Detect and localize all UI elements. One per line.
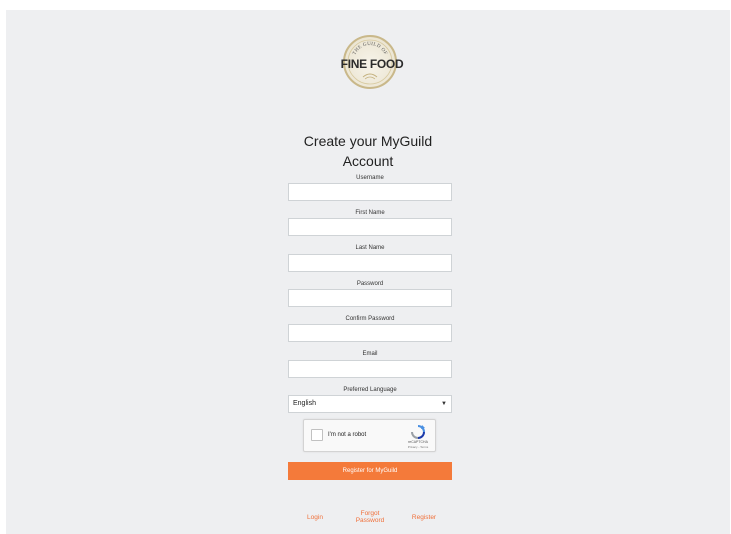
last-name-input[interactable] [288,254,452,272]
page-title-line2: Account [342,153,394,169]
first-name-label: First Name [355,210,385,216]
forgot-password-link[interactable]: Forgot Password [350,510,390,524]
first-name-input[interactable] [288,218,452,236]
recaptcha-label: I'm not a robot [328,432,367,438]
page-title-line1: Create your MyGuild [303,133,433,149]
password-input[interactable] [288,289,452,307]
language-select[interactable]: English ▼ [288,395,452,413]
register-button[interactable]: Register for MyGuild [288,462,452,480]
confirm-password-input[interactable] [288,324,452,342]
register-link[interactable]: Register [404,514,444,521]
guild-logo-icon: THE GUILD OF FINE FOOD [341,35,404,89]
language-label: Preferred Language [343,387,397,393]
forgot-password-line1: Forgot [360,510,380,517]
page-title: Create your MyGuild Account [278,131,458,171]
recaptcha-terms[interactable]: Privacy - Terms [402,445,434,449]
chevron-down-icon: ▼ [441,401,447,407]
password-label: Password [356,281,384,287]
registration-page: THE GUILD OF FINE FOOD Create your MyGui… [6,10,730,534]
username-label: Username [356,175,384,181]
email-input[interactable] [288,360,452,378]
last-name-label: Last Name [355,245,385,251]
recaptcha-brand: reCAPTCHA [408,440,428,444]
login-link[interactable]: Login [300,514,330,521]
language-select-value: English [293,400,316,407]
recaptcha-icon [411,425,425,439]
recaptcha-widget: I'm not a robot reCAPTCHA Privacy - Term… [303,419,436,452]
logo-main-text: FINE FOOD [340,57,404,71]
username-input[interactable] [288,183,452,201]
email-label: Email [362,351,378,357]
forgot-password-line2: Password [355,517,385,524]
checkbox-icon[interactable] [311,429,323,441]
confirm-password-label: Confirm Password [345,316,395,322]
